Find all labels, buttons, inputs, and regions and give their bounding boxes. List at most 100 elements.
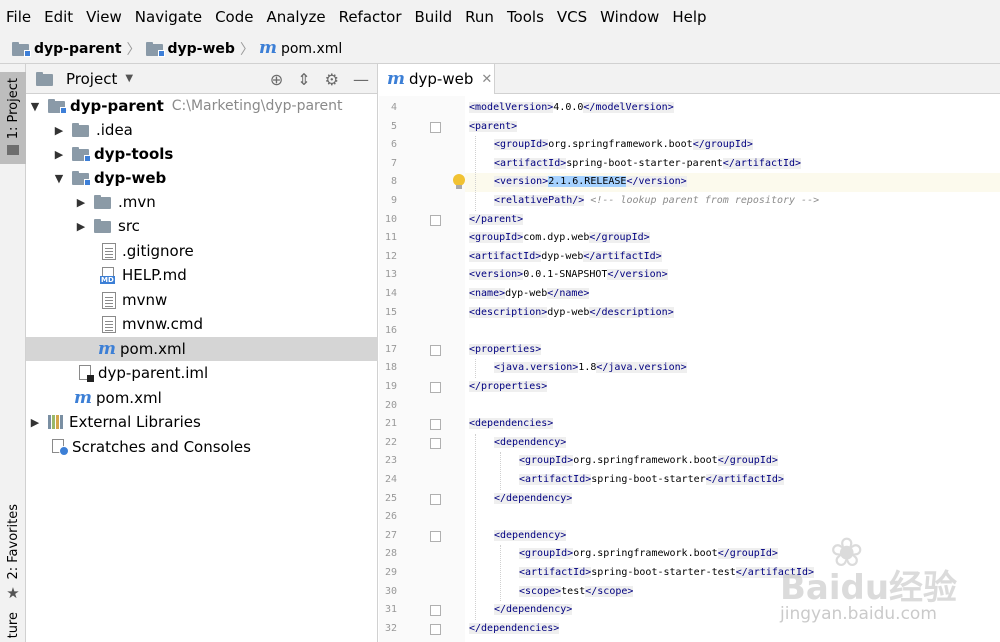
xml-tag: <name> — [469, 288, 506, 299]
fold-marker-icon[interactable] — [430, 623, 441, 635]
menu-navigate[interactable]: Navigate — [135, 8, 209, 26]
tree-item-dyp-parent[interactable]: ▼ dyp-parent C:\Marketing\dyp-parent — [26, 94, 378, 118]
chevron-right-icon[interactable]: ▶ — [28, 416, 42, 429]
chevron-right-icon[interactable]: ▶ — [52, 124, 66, 137]
menu-code[interactable]: Code — [215, 8, 260, 26]
menu-tools[interactable]: Tools — [507, 8, 551, 26]
chevron-right-icon[interactable]: ▶ — [74, 220, 88, 233]
gear-icon[interactable]: ⚙ — [325, 70, 339, 89]
project-folder-icon — [36, 71, 54, 86]
tree-item-mvnw[interactable]: mvnw — [26, 288, 378, 312]
fold-marker-icon[interactable] — [430, 121, 441, 133]
tree-item-mvnw-cmd[interactable]: mvnw.cmd — [26, 312, 378, 336]
code-line: <name>dyp-web</name> — [465, 285, 1000, 304]
tree-item-external-libraries[interactable]: ▶ External Libraries — [26, 410, 378, 434]
module-folder-icon — [72, 171, 91, 186]
xml-tag: <dependencies> — [469, 418, 554, 430]
xml-tag: <modelVersion> — [469, 102, 554, 113]
fold-marker-icon[interactable] — [430, 605, 441, 617]
tool-tab-project[interactable]: 1: Project — [0, 72, 26, 164]
menu-edit[interactable]: Edit — [44, 8, 80, 26]
code-line: <modelVersion>4.0.0</modelVersion> — [465, 99, 1000, 118]
menu-refactor[interactable]: Refactor — [339, 8, 409, 26]
xml-tag: <java.version> — [494, 362, 579, 374]
fold-marker-icon[interactable] — [430, 493, 441, 505]
tree-item-gitignore[interactable]: .gitignore — [26, 239, 378, 263]
xml-tag: <scope> — [519, 585, 562, 597]
tree-item-help-md[interactable]: MD HELP.md — [26, 263, 378, 287]
breadcrumb-item-pom[interactable]: m pom.xml — [259, 40, 342, 57]
tool-tab-favorites[interactable]: 2: Favorites ★ — [0, 504, 26, 602]
xml-tag: <groupId> — [469, 232, 524, 244]
line-number: 30 — [384, 585, 397, 597]
project-panel-header: Project ▼ ⊕ ⇕ ⚙ — — [26, 64, 377, 94]
xml-text: spring-boot-starter-test — [591, 567, 736, 578]
fold-marker-icon[interactable] — [430, 382, 441, 393]
menu-analyze[interactable]: Analyze — [266, 8, 332, 26]
tree-item-idea[interactable]: ▶ .idea — [26, 118, 378, 142]
fold-marker-icon[interactable] — [430, 419, 441, 431]
line-number: 24 — [384, 474, 397, 485]
tree-item-mvn[interactable]: ▶ .mvn — [26, 190, 378, 214]
chevron-right-icon[interactable]: ▶ — [74, 196, 88, 209]
editor-tab-label: dyp-web — [409, 70, 474, 88]
locate-target-icon[interactable]: ⊕ — [270, 70, 283, 89]
fold-marker-icon[interactable] — [430, 214, 441, 226]
fold-marker-icon[interactable] — [430, 437, 441, 449]
tree-item-root-pom-xml[interactable]: m pom.xml — [26, 386, 378, 410]
close-icon[interactable]: ✕ — [481, 72, 492, 87]
lightbulb-icon[interactable] — [453, 174, 465, 190]
tree-item-dyp-parent-iml[interactable]: dyp-parent.iml — [26, 361, 378, 385]
tree-item-label: .mvn — [118, 193, 156, 211]
folder-icon — [72, 123, 90, 137]
xml-text: org.springframework.boot — [573, 455, 718, 467]
tool-tab-label: 2: Favorites — [5, 504, 21, 580]
watermark-brand: Baidu经验 — [780, 568, 958, 608]
tree-item-dyp-tools[interactable]: ▶ dyp-tools — [26, 142, 378, 166]
menu-run[interactable]: Run — [465, 8, 501, 26]
tree-item-scratches[interactable]: Scratches and Consoles — [26, 435, 378, 459]
xml-tag: </groupId> — [589, 232, 650, 244]
xml-text: dyp-web — [547, 306, 590, 318]
expand-arrow-icon[interactable]: ▼ — [28, 100, 42, 113]
code-line: <dependency> — [465, 434, 1000, 453]
code-line: <description>dyp-web</description> — [465, 304, 1000, 323]
breadcrumb-item-dyp-parent[interactable]: dyp-parent — [12, 41, 122, 57]
menu-vcs[interactable]: VCS — [557, 8, 594, 26]
tree-item-dyp-web[interactable]: ▼ dyp-web — [26, 166, 378, 190]
fold-marker-icon[interactable] — [430, 530, 441, 542]
tree-item-pom-xml-selected[interactable]: m pom.xml — [26, 337, 378, 361]
chevron-right-icon[interactable]: ▶ — [52, 148, 66, 161]
menu-window[interactable]: Window — [600, 8, 666, 26]
collapse-all-icon[interactable]: ⇕ — [297, 70, 310, 89]
xml-tag: </dependency> — [494, 492, 573, 504]
breadcrumb-item-dyp-web[interactable]: dyp-web — [145, 41, 235, 57]
menu-help[interactable]: Help — [672, 8, 713, 26]
fold-marker-icon[interactable] — [430, 344, 441, 356]
line-number: 14 — [384, 288, 397, 299]
xml-tag: <groupId> — [494, 139, 549, 151]
code-line: <version>0.0.1-SNAPSHOT</version> — [465, 266, 1000, 285]
tool-tab-structure[interactable]: ture — [0, 612, 26, 638]
xml-text: 4.0.0 — [553, 102, 584, 113]
editor-tab-dyp-web[interactable]: m dyp-web ✕ — [379, 64, 495, 94]
code-line: <groupId>org.springframework.boot</group… — [465, 452, 1000, 471]
maven-icon: m — [98, 338, 116, 359]
code-line: <artifactId>spring-boot-starter</artifac… — [465, 471, 1000, 490]
tree-item-src[interactable]: ▶ src — [26, 214, 378, 238]
menu-view[interactable]: View — [86, 8, 129, 26]
code-line: <parent> — [465, 118, 1000, 137]
minimize-icon[interactable]: — — [353, 70, 369, 89]
line-number: 23 — [384, 455, 397, 467]
xml-tag: <properties> — [469, 343, 542, 355]
line-number: 19 — [384, 381, 397, 392]
tree-item-label: mvnw — [122, 291, 168, 309]
menu-build[interactable]: Build — [415, 8, 460, 26]
xml-tag: </artifactId> — [722, 157, 802, 169]
expand-arrow-icon[interactable]: ▼ — [52, 172, 66, 185]
chevron-down-icon[interactable]: ▼ — [125, 73, 133, 84]
project-view-selector[interactable]: Project — [66, 70, 117, 88]
xml-tag: <artifactId> — [494, 157, 567, 169]
maven-icon: m — [74, 387, 92, 408]
menu-file[interactable]: File — [6, 8, 38, 26]
